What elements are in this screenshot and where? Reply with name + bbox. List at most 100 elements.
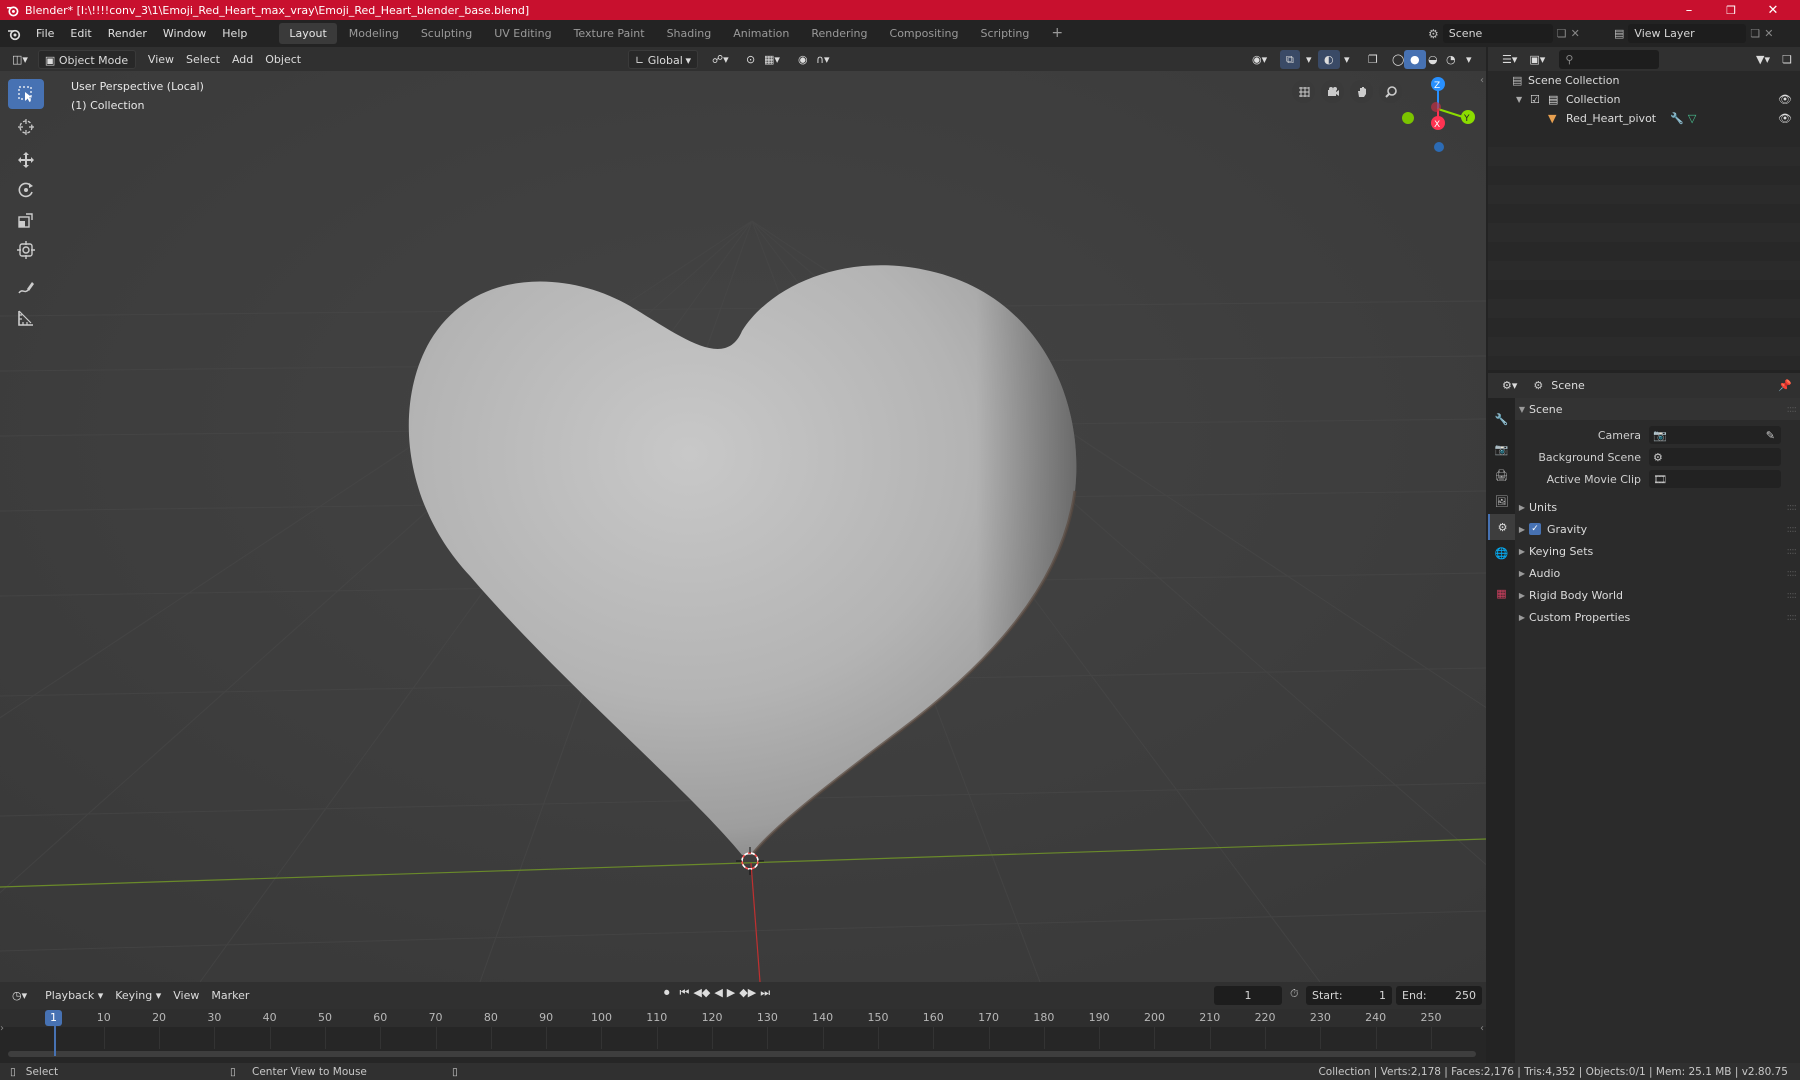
menu-file[interactable]: File (28, 20, 62, 47)
drag-handle-icon[interactable]: :::: (1787, 590, 1798, 601)
mesh-data-icon[interactable]: ▽ (1688, 109, 1696, 128)
display-mode-icon[interactable]: ▣▾ (1523, 50, 1551, 69)
rotate-tool[interactable] (8, 175, 44, 205)
rendered-shading-icon[interactable]: ◔ (1440, 50, 1462, 69)
sidebar-toggle-icon[interactable]: ‹ (1480, 75, 1484, 86)
maximize-button[interactable]: ❒ (1710, 0, 1752, 20)
tab-animation[interactable]: Animation (723, 23, 799, 44)
tab-texture[interactable]: ▦ (1488, 580, 1515, 606)
close-button[interactable]: ✕ (1752, 0, 1794, 20)
gravity-checkbox[interactable]: ✓ (1529, 523, 1541, 535)
timeline-scrollbar[interactable] (8, 1051, 1476, 1057)
tab-view-layer[interactable]: 🖼 (1488, 488, 1515, 514)
end-frame-field[interactable]: End: 250 (1396, 986, 1482, 1005)
measure-tool[interactable] (8, 303, 44, 333)
tab-layout[interactable]: Layout (279, 23, 337, 44)
timeline-menu-keying[interactable]: Keying ▾ (109, 986, 167, 1005)
drag-handle-icon[interactable]: :::: (1787, 612, 1798, 623)
jump-start-icon[interactable]: ⏮ (680, 986, 690, 1000)
timeline-menu-view[interactable]: View (167, 986, 205, 1005)
timeline-menu-marker[interactable]: Marker (205, 986, 255, 1005)
blender-menu-icon[interactable] (0, 27, 28, 41)
drag-handle-icon[interactable]: :::: (1787, 546, 1798, 557)
add-workspace-button[interactable]: + (1041, 23, 1073, 44)
scale-tool[interactable] (8, 205, 44, 235)
outliner-editor-icon[interactable]: ☰▾ (1496, 50, 1523, 69)
outliner-row-object[interactable]: ▼ Red_Heart_pivot 🔧 ▽ 👁 (1488, 109, 1800, 128)
scene-panel-header[interactable]: ▼ Scene :::: (1515, 398, 1800, 420)
pin-icon[interactable]: 📌 (1778, 379, 1792, 392)
start-frame-field[interactable]: Start: 1 (1306, 986, 1392, 1005)
tab-tool[interactable]: 🔧 (1488, 406, 1515, 432)
tab-scene[interactable]: ⚙ (1488, 514, 1515, 540)
menu-help[interactable]: Help (214, 20, 255, 47)
viewport-menu-add[interactable]: Add (226, 50, 259, 69)
select-box-tool[interactable] (8, 79, 44, 109)
custom-properties-section[interactable]: ▶ Custom Properties :::: (1515, 606, 1800, 628)
playhead-frame-label[interactable]: 1 (45, 1010, 62, 1026)
scene-name-field[interactable]: Scene (1442, 24, 1553, 43)
viewport-menu-object[interactable]: Object (259, 50, 307, 69)
collection-visibility-icon[interactable]: 👁 (1778, 90, 1792, 109)
tab-world[interactable]: 🌐 (1488, 540, 1515, 566)
3d-viewport[interactable]: Z Y X User Perspective (Local) (1) Colle… (0, 71, 1486, 982)
tab-compositing[interactable]: Compositing (880, 23, 969, 44)
menu-edit[interactable]: Edit (62, 20, 99, 47)
tab-modeling[interactable]: Modeling (339, 23, 409, 44)
drag-handle-icon[interactable]: :::: (1787, 502, 1798, 513)
viewport-menu-view[interactable]: View (142, 50, 180, 69)
properties-editor-icon[interactable]: ⚙▾ (1496, 376, 1523, 395)
transform-orientation-dropdown[interactable]: ∟ Global ▾ (628, 49, 698, 69)
gizmo-neg-y[interactable] (1402, 112, 1414, 124)
frame-ruler[interactable]: 1 10 20 30 40 50 60 70 80 90 100 110 120 130 140 150 160… (0, 1009, 1486, 1027)
zoom-icon[interactable] (1379, 80, 1402, 103)
rigid-body-world-section[interactable]: ▶ Rigid Body World :::: (1515, 584, 1800, 606)
pan-hand-icon[interactable] (1350, 80, 1373, 103)
jump-keyframe-forward-icon[interactable]: ◆▶ (739, 986, 756, 1000)
new-scene-icon[interactable]: ❏ (1557, 27, 1567, 40)
active-movie-clip-field[interactable]: 🎞 (1649, 470, 1781, 488)
timeline-scroll-right-icon[interactable]: ‹ (1480, 1023, 1484, 1034)
xray-icon[interactable]: ❐ (1362, 50, 1384, 69)
tab-uv-editing[interactable]: UV Editing (484, 23, 561, 44)
proportional-falloff-icon[interactable]: ∩▾ (810, 50, 836, 69)
jump-keyframe-back-icon[interactable]: ◀◆ (693, 986, 710, 1000)
overlays-dropdown-icon[interactable]: ▾ (1338, 50, 1356, 69)
menu-window[interactable]: Window (155, 20, 214, 47)
outliner-search-input[interactable]: ⚲ (1559, 49, 1660, 69)
timeline-scroll-left-icon[interactable]: › (0, 1023, 4, 1034)
modifier-wrench-icon[interactable]: 🔧 (1670, 109, 1684, 128)
view-layer-name-field[interactable]: View Layer (1628, 24, 1747, 43)
viewport-menu-select[interactable]: Select (180, 50, 226, 69)
jump-end-icon[interactable]: ⏭ (760, 986, 770, 1000)
timeline-editor-icon[interactable]: ◷▾ (6, 986, 33, 1005)
tab-rendering[interactable]: Rendering (801, 23, 877, 44)
eyedropper-icon[interactable]: ✎ (1766, 429, 1775, 442)
outliner-row-collection[interactable]: ▼ ☑ ▤ Collection 👁 (1488, 90, 1800, 109)
camera-view-icon[interactable] (1321, 80, 1344, 103)
outliner-row-scene-collection[interactable]: ▤ Scene Collection (1488, 71, 1800, 90)
camera-field[interactable]: 📷 ✎ (1649, 426, 1781, 444)
new-view-layer-icon[interactable]: ❏ (1750, 27, 1760, 40)
new-collection-icon[interactable]: ❏ (1776, 50, 1798, 69)
view-layer-icon[interactable]: ▤ (1614, 27, 1624, 40)
delete-view-layer-icon[interactable]: ✕ (1764, 27, 1773, 40)
menu-render[interactable]: Render (100, 20, 155, 47)
record-icon[interactable]: ⏺ (664, 986, 670, 1000)
audio-section[interactable]: ▶ Audio :::: (1515, 562, 1800, 584)
tab-shading[interactable]: Shading (657, 23, 722, 44)
tab-sculpting[interactable]: Sculpting (411, 23, 482, 44)
gizmo-toggle-icon[interactable]: ⧉ (1280, 49, 1300, 69)
collection-expand-icon[interactable]: ▼ (1516, 90, 1530, 109)
gravity-section[interactable]: ▶ ✓ Gravity :::: (1515, 518, 1800, 540)
play-icon[interactable]: ▶ (727, 986, 735, 1000)
delete-scene-icon[interactable]: ✕ (1571, 27, 1580, 40)
units-section[interactable]: ▶ Units :::: (1515, 496, 1800, 518)
tab-texture-paint[interactable]: Texture Paint (564, 23, 655, 44)
grid-toggle-icon[interactable] (1292, 80, 1315, 103)
object-visibility-icon[interactable]: 👁 (1778, 109, 1792, 128)
timeline-menu-playback[interactable]: Playback ▾ (39, 986, 109, 1005)
gizmo-dropdown-icon[interactable]: ▾ (1300, 50, 1318, 69)
overlays-toggle-icon[interactable]: ◐ (1318, 49, 1340, 69)
pivot-point-icon[interactable]: ☍▾ (706, 50, 735, 69)
